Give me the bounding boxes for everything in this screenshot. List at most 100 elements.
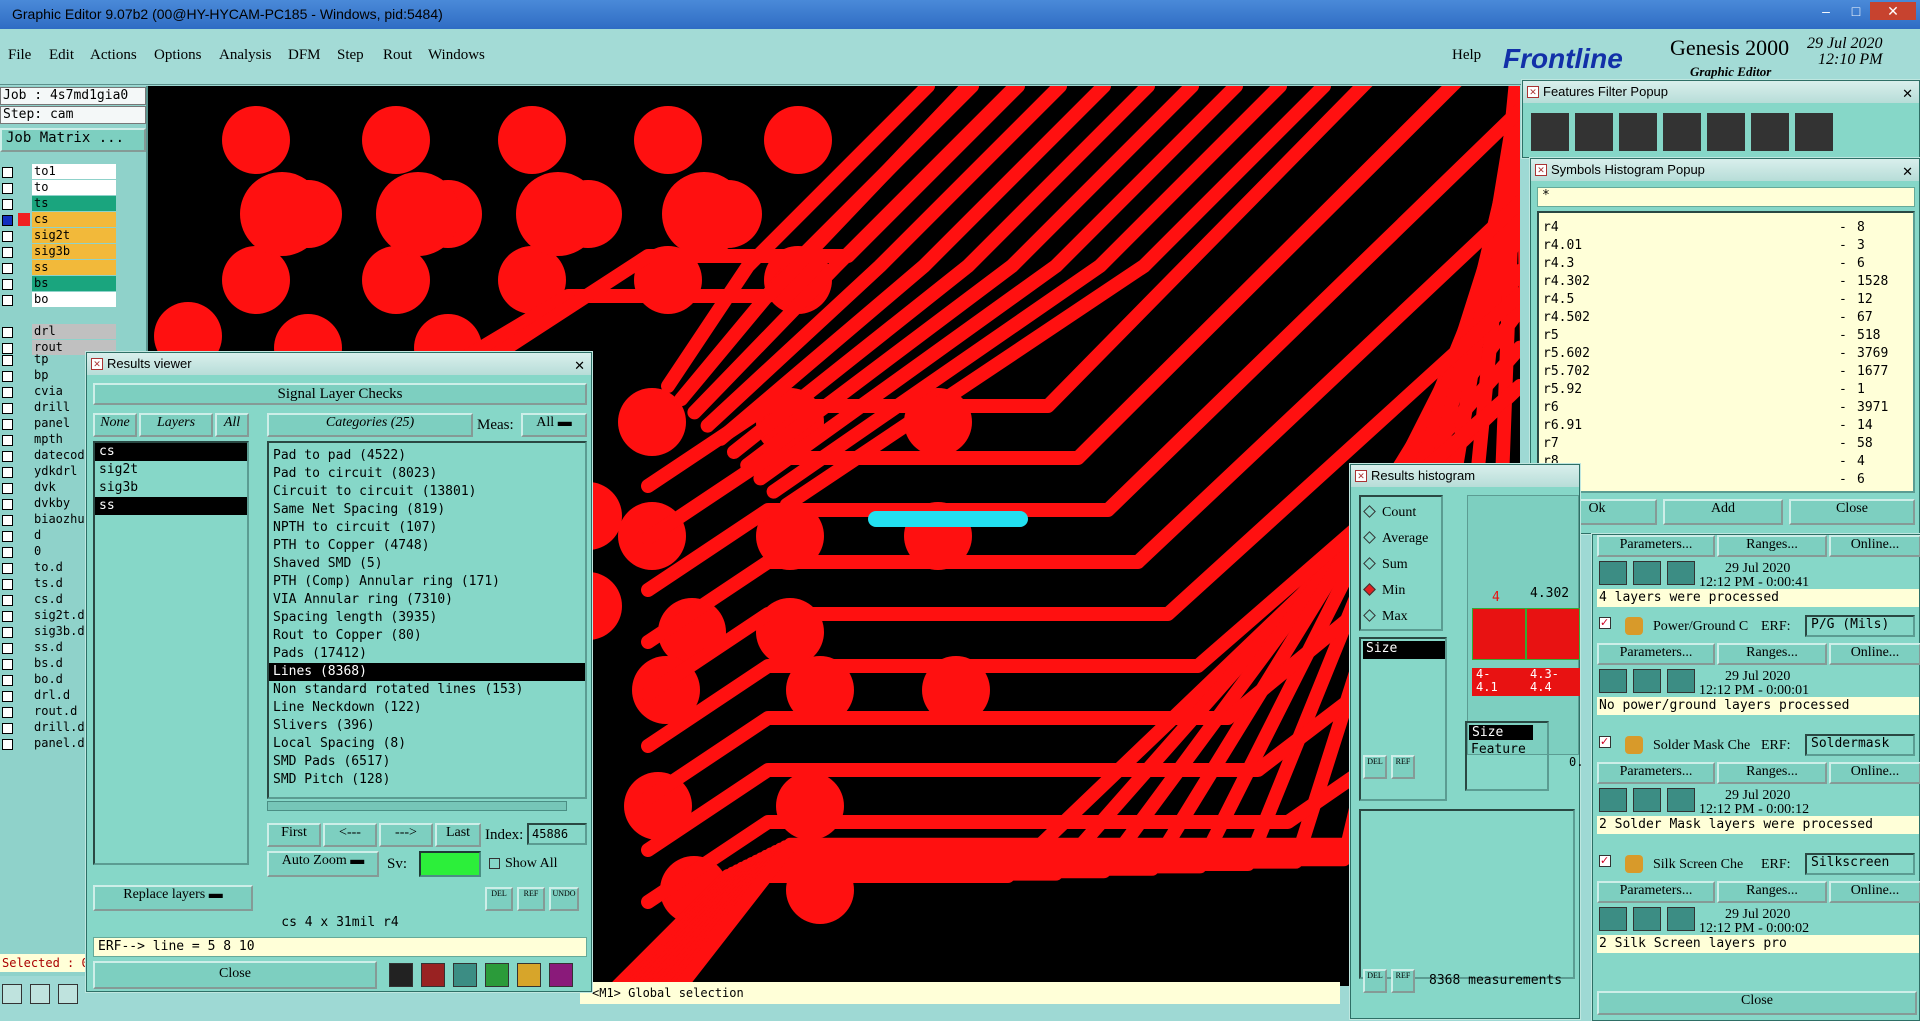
radio-icon[interactable]	[1363, 609, 1376, 622]
symbol-row[interactable]: r6 -3971	[1539, 399, 1913, 417]
radio-icon[interactable]	[1363, 583, 1376, 596]
layer-name[interactable]: bs	[32, 276, 116, 291]
online-button[interactable]: Online...	[1829, 881, 1920, 903]
layer-checkbox[interactable]	[2, 499, 13, 510]
cross-tool-icon[interactable]	[453, 963, 477, 987]
report-tool-icon[interactable]	[517, 963, 541, 987]
run-action-icon[interactable]	[1667, 669, 1695, 693]
layer-checkbox[interactable]	[2, 435, 13, 446]
run-region-icon[interactable]	[1633, 788, 1661, 812]
category-item[interactable]: Spacing length (3935)	[269, 609, 585, 627]
meas-dropdown[interactable]: All ▬	[521, 413, 587, 437]
results-viewer-close-button[interactable]: Close	[93, 961, 377, 989]
run-action-icon[interactable]	[1667, 907, 1695, 931]
layer-row[interactable]: to	[0, 180, 118, 196]
hist-feature-item[interactable]: Feature	[1467, 742, 1547, 757]
category-item[interactable]: PTH (Comp) Annular ring (171)	[269, 573, 585, 591]
erf-value[interactable]: Soldermask	[1805, 734, 1915, 756]
layer-checkbox[interactable]	[2, 467, 13, 478]
layer-checkbox[interactable]	[2, 419, 13, 430]
parameters-button[interactable]: Parameters...	[1597, 643, 1715, 665]
menu-dfm[interactable]: DFM	[288, 47, 321, 64]
menu-options[interactable]: Options	[154, 47, 202, 64]
symbol-row[interactable]: r5.92 -1	[1539, 381, 1913, 399]
ranges-button[interactable]: Ranges...	[1717, 881, 1827, 903]
run-region-icon[interactable]	[1633, 669, 1661, 693]
run-check-icon[interactable]	[1599, 561, 1627, 585]
hist-size-item[interactable]: Size	[1469, 725, 1533, 740]
ranges-button[interactable]: Ranges...	[1717, 643, 1827, 665]
number-tool-icon[interactable]	[485, 963, 509, 987]
category-listbox[interactable]: Pad to pad (4522) Pad to circuit (8023) Ci…	[267, 441, 587, 799]
layer-name[interactable]: sig3b	[32, 244, 116, 259]
hist2-ref-button[interactable]: REF	[1391, 969, 1415, 993]
layer-checkbox[interactable]	[2, 355, 13, 366]
symbol-row[interactable]: r5.602 -3769	[1539, 345, 1913, 363]
category-item[interactable]: Non standard rotated lines (153)	[269, 681, 585, 699]
layers-all-button[interactable]: All	[215, 413, 249, 437]
text-filter-icon[interactable]	[1707, 113, 1745, 151]
layer-checkbox[interactable]	[2, 199, 13, 210]
layer-row[interactable]: drl	[0, 324, 118, 340]
layer-list-item[interactable]: cs	[95, 443, 247, 461]
category-item[interactable]: Pads (17412)	[269, 645, 585, 663]
ranges-button[interactable]: Ranges...	[1717, 535, 1827, 557]
category-item[interactable]: Pad to circuit (8023)	[269, 465, 585, 483]
parameters-button[interactable]: Parameters...	[1597, 535, 1715, 557]
symbol-row[interactable]: r4.01 -3	[1539, 237, 1913, 255]
run-region-icon[interactable]	[1633, 907, 1661, 931]
job-matrix-button[interactable]: Job Matrix ...	[0, 128, 146, 152]
measure-tool-icon[interactable]	[30, 984, 50, 1004]
layer-checkbox[interactable]	[2, 247, 13, 258]
layer-list-item[interactable]: sig3b	[95, 479, 247, 497]
category-item[interactable]: Local Spacing (8)	[269, 735, 585, 753]
menu-file[interactable]: File	[8, 47, 31, 64]
category-item[interactable]: Pad to pad (4522)	[269, 447, 585, 465]
layer-checkbox[interactable]	[2, 547, 13, 558]
results-viewer-close-icon[interactable]: ✕	[574, 355, 585, 377]
close-window-button[interactable]: ✕	[1870, 2, 1916, 20]
layers-none-button[interactable]: None	[93, 413, 137, 437]
layer-name[interactable]: bo	[32, 292, 116, 307]
symbol-row[interactable]: r5.702 -1677	[1539, 363, 1913, 381]
negative-filter-icon[interactable]	[1795, 113, 1833, 151]
last-button[interactable]: Last	[435, 823, 481, 847]
show-all-checkbox[interactable]	[489, 858, 500, 869]
layer-name[interactable]: sig2t	[32, 228, 116, 243]
layer-checkbox[interactable]	[2, 483, 13, 494]
auto-zoom-dropdown[interactable]: Auto Zoom ▬	[267, 851, 379, 877]
category-item[interactable]: Same Net Spacing (819)	[269, 501, 585, 519]
online-button[interactable]: Online...	[1829, 643, 1920, 665]
layer-checkbox[interactable]	[2, 231, 13, 242]
symbols-histogram-close-icon[interactable]: ✕	[1902, 161, 1913, 183]
histogram-tool-icon[interactable]	[549, 963, 573, 987]
run-action-icon[interactable]	[1667, 561, 1695, 585]
layer-checkbox[interactable]	[2, 659, 13, 670]
layer-checkbox[interactable]	[2, 691, 13, 702]
layer-checkbox[interactable]	[2, 371, 13, 382]
line-filter-icon[interactable]	[1531, 113, 1569, 151]
layer-checkbox[interactable]	[2, 215, 13, 226]
category-item[interactable]: NPTH to circuit (107)	[269, 519, 585, 537]
symbol-row[interactable]: r4 -8	[1539, 219, 1913, 237]
undo-button[interactable]: UNDO	[549, 887, 579, 911]
layer-checkbox[interactable]	[2, 515, 13, 526]
layer-row[interactable]: sig3b	[0, 244, 118, 260]
category-item[interactable]: Shaved SMD (5)	[269, 555, 585, 573]
layer-checkbox[interactable]	[2, 263, 13, 274]
mark-tool-icon[interactable]	[421, 963, 445, 987]
run-region-icon[interactable]	[1633, 561, 1661, 585]
symbol-row[interactable]: r7 -58	[1539, 435, 1913, 453]
aggregation-option[interactable]: Min	[1363, 583, 1405, 599]
grid-tool-icon[interactable]	[58, 984, 78, 1004]
layer-row[interactable]: bo	[0, 292, 118, 308]
layer-checkbox[interactable]	[2, 295, 13, 306]
layer-checkbox[interactable]	[2, 611, 13, 622]
check-enable-checkbox[interactable]: ✓	[1599, 736, 1611, 748]
aggregation-option[interactable]: Average	[1363, 531, 1428, 547]
radio-icon[interactable]	[1363, 531, 1376, 544]
layer-checkbox[interactable]	[2, 387, 13, 398]
category-item[interactable]: SMD Pads (6517)	[269, 753, 585, 771]
parameters-button[interactable]: Parameters...	[1597, 762, 1715, 784]
symbol-row[interactable]: r4.5 -12	[1539, 291, 1913, 309]
